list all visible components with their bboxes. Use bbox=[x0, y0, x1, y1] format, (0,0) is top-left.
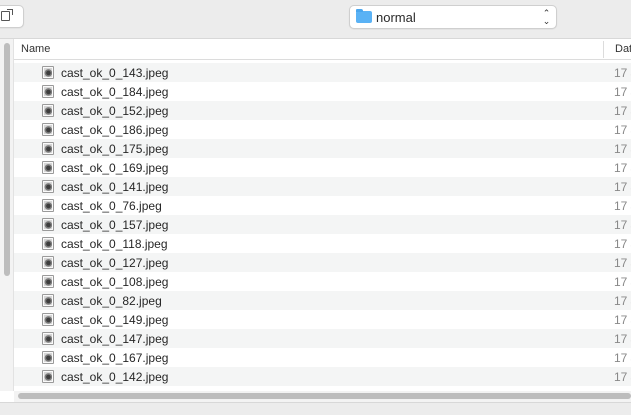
new-folder-button[interactable] bbox=[0, 5, 24, 28]
file-date: 17 J bbox=[614, 104, 631, 118]
file-name: cast_ok_0_76.jpeg bbox=[61, 199, 162, 213]
jpeg-file-icon bbox=[42, 66, 54, 79]
footer-bar bbox=[0, 402, 631, 415]
jpeg-file-icon bbox=[42, 237, 54, 250]
file-row[interactable]: cast_ok_0_76.jpeg 17 J bbox=[14, 196, 631, 215]
vertical-scrollbar[interactable] bbox=[0, 39, 14, 391]
file-name: cast_ok_0_149.jpeg bbox=[61, 313, 169, 327]
file-list-pane: Name Dat cast_ok_0_143.jpeg17 Jcast_ok_0… bbox=[0, 38, 631, 415]
file-name: cast_ok_0_82.jpeg bbox=[61, 294, 162, 308]
jpeg-file-icon bbox=[42, 313, 54, 326]
file-name: cast_ok_0_175.jpeg bbox=[61, 142, 169, 156]
jpeg-file-icon bbox=[42, 218, 54, 231]
horizontal-scrollbar[interactable] bbox=[14, 391, 631, 402]
location-popup-button[interactable]: normal ⌃ ⌄ bbox=[349, 5, 557, 29]
file-date: 17 J bbox=[614, 199, 631, 213]
jpeg-file-icon bbox=[42, 351, 54, 364]
jpeg-file-icon bbox=[42, 85, 54, 98]
location-label: normal bbox=[376, 9, 416, 25]
file-row[interactable]: cast_ok_0_118.jpeg 17 J bbox=[14, 234, 631, 253]
file-row[interactable]: cast_ok_0_142.jpeg 17 J bbox=[14, 367, 631, 386]
file-name: cast_ok_0_118.jpeg bbox=[61, 237, 168, 251]
file-row[interactable]: cast_ok_0_184.jpeg 17 J bbox=[14, 82, 631, 101]
jpeg-file-icon bbox=[42, 199, 54, 212]
file-date: 17 J bbox=[614, 351, 631, 365]
file-row[interactable]: cast_ok_0_143.jpeg 17 J bbox=[14, 63, 631, 82]
file-name: cast_ok_0_147.jpeg bbox=[61, 332, 169, 346]
file-list: cast_ok_0_143.jpeg17 Jcast_ok_0_184.jpeg… bbox=[14, 63, 631, 386]
file-name: cast_ok_0_157.jpeg bbox=[61, 218, 169, 232]
file-row[interactable]: cast_ok_0_157.jpeg 17 J bbox=[14, 215, 631, 234]
jpeg-file-icon bbox=[42, 142, 54, 155]
file-date: 17 J bbox=[614, 218, 631, 232]
horizontal-scroll-thumb[interactable] bbox=[18, 393, 631, 399]
file-row[interactable]: cast_ok_0_175.jpeg 17 J bbox=[14, 139, 631, 158]
jpeg-file-icon bbox=[42, 332, 54, 345]
jpeg-file-icon bbox=[42, 256, 54, 269]
folder-icon bbox=[356, 9, 372, 23]
file-date: 17 J bbox=[614, 161, 631, 175]
file-row[interactable]: cast_ok_0_152.jpeg 17 J bbox=[14, 101, 631, 120]
file-date: 17 J bbox=[614, 123, 631, 137]
file-date: 17 J bbox=[614, 237, 631, 251]
file-name: cast_ok_0_127.jpeg bbox=[61, 256, 169, 270]
column-header-name[interactable]: Name bbox=[21, 43, 50, 55]
file-name: cast_ok_0_142.jpeg bbox=[61, 370, 169, 384]
file-row[interactable]: cast_ok_0_149.jpeg 17 J bbox=[14, 310, 631, 329]
jpeg-file-icon bbox=[42, 370, 54, 383]
column-header: Name Dat bbox=[14, 39, 631, 60]
file-name: cast_ok_0_143.jpeg bbox=[61, 66, 169, 80]
vertical-scroll-thumb[interactable] bbox=[4, 43, 10, 276]
file-date: 17 J bbox=[614, 85, 631, 99]
file-row[interactable]: cast_ok_0_167.jpeg 17 J bbox=[14, 348, 631, 367]
file-name: cast_ok_0_169.jpeg bbox=[61, 161, 169, 175]
file-date: 17 J bbox=[614, 332, 631, 346]
file-date: 17 J bbox=[614, 294, 631, 308]
file-row[interactable]: cast_ok_0_186.jpeg 17 J bbox=[14, 120, 631, 139]
column-divider[interactable] bbox=[603, 41, 604, 58]
file-name: cast_ok_0_184.jpeg bbox=[61, 85, 169, 99]
chevron-updown-icon: ⌃ ⌄ bbox=[542, 8, 551, 26]
jpeg-file-icon bbox=[42, 161, 54, 174]
new-folder-icon bbox=[1, 9, 13, 21]
file-date: 17 J bbox=[614, 66, 631, 80]
file-row[interactable]: cast_ok_0_141.jpeg 17 J bbox=[14, 177, 631, 196]
file-row[interactable]: cast_ok_0_147.jpeg 17 J bbox=[14, 329, 631, 348]
file-date: 17 J bbox=[614, 313, 631, 327]
file-date: 17 J bbox=[614, 256, 631, 270]
file-row[interactable]: cast_ok_0_108.jpeg 17 J bbox=[14, 272, 631, 291]
toolbar: normal ⌃ ⌄ bbox=[0, 0, 631, 38]
file-date: 17 J bbox=[614, 370, 631, 384]
jpeg-file-icon bbox=[42, 275, 54, 288]
file-name: cast_ok_0_186.jpeg bbox=[61, 123, 169, 137]
jpeg-file-icon bbox=[42, 294, 54, 307]
file-date: 17 J bbox=[614, 142, 631, 156]
file-name: cast_ok_0_167.jpeg bbox=[61, 351, 169, 365]
file-date: 17 J bbox=[614, 180, 631, 194]
file-name: cast_ok_0_141.jpeg bbox=[61, 180, 169, 194]
file-name: cast_ok_0_108.jpeg bbox=[61, 275, 169, 289]
jpeg-file-icon bbox=[42, 123, 54, 136]
file-name: cast_ok_0_152.jpeg bbox=[61, 104, 169, 118]
file-row[interactable]: cast_ok_0_127.jpeg 17 J bbox=[14, 253, 631, 272]
file-row[interactable]: cast_ok_0_169.jpeg 17 J bbox=[14, 158, 631, 177]
file-date: 17 J bbox=[614, 275, 631, 289]
jpeg-file-icon bbox=[42, 104, 54, 117]
jpeg-file-icon bbox=[42, 180, 54, 193]
file-row[interactable]: cast_ok_0_82.jpeg 17 J bbox=[14, 291, 631, 310]
column-header-date[interactable]: Dat bbox=[615, 43, 631, 55]
